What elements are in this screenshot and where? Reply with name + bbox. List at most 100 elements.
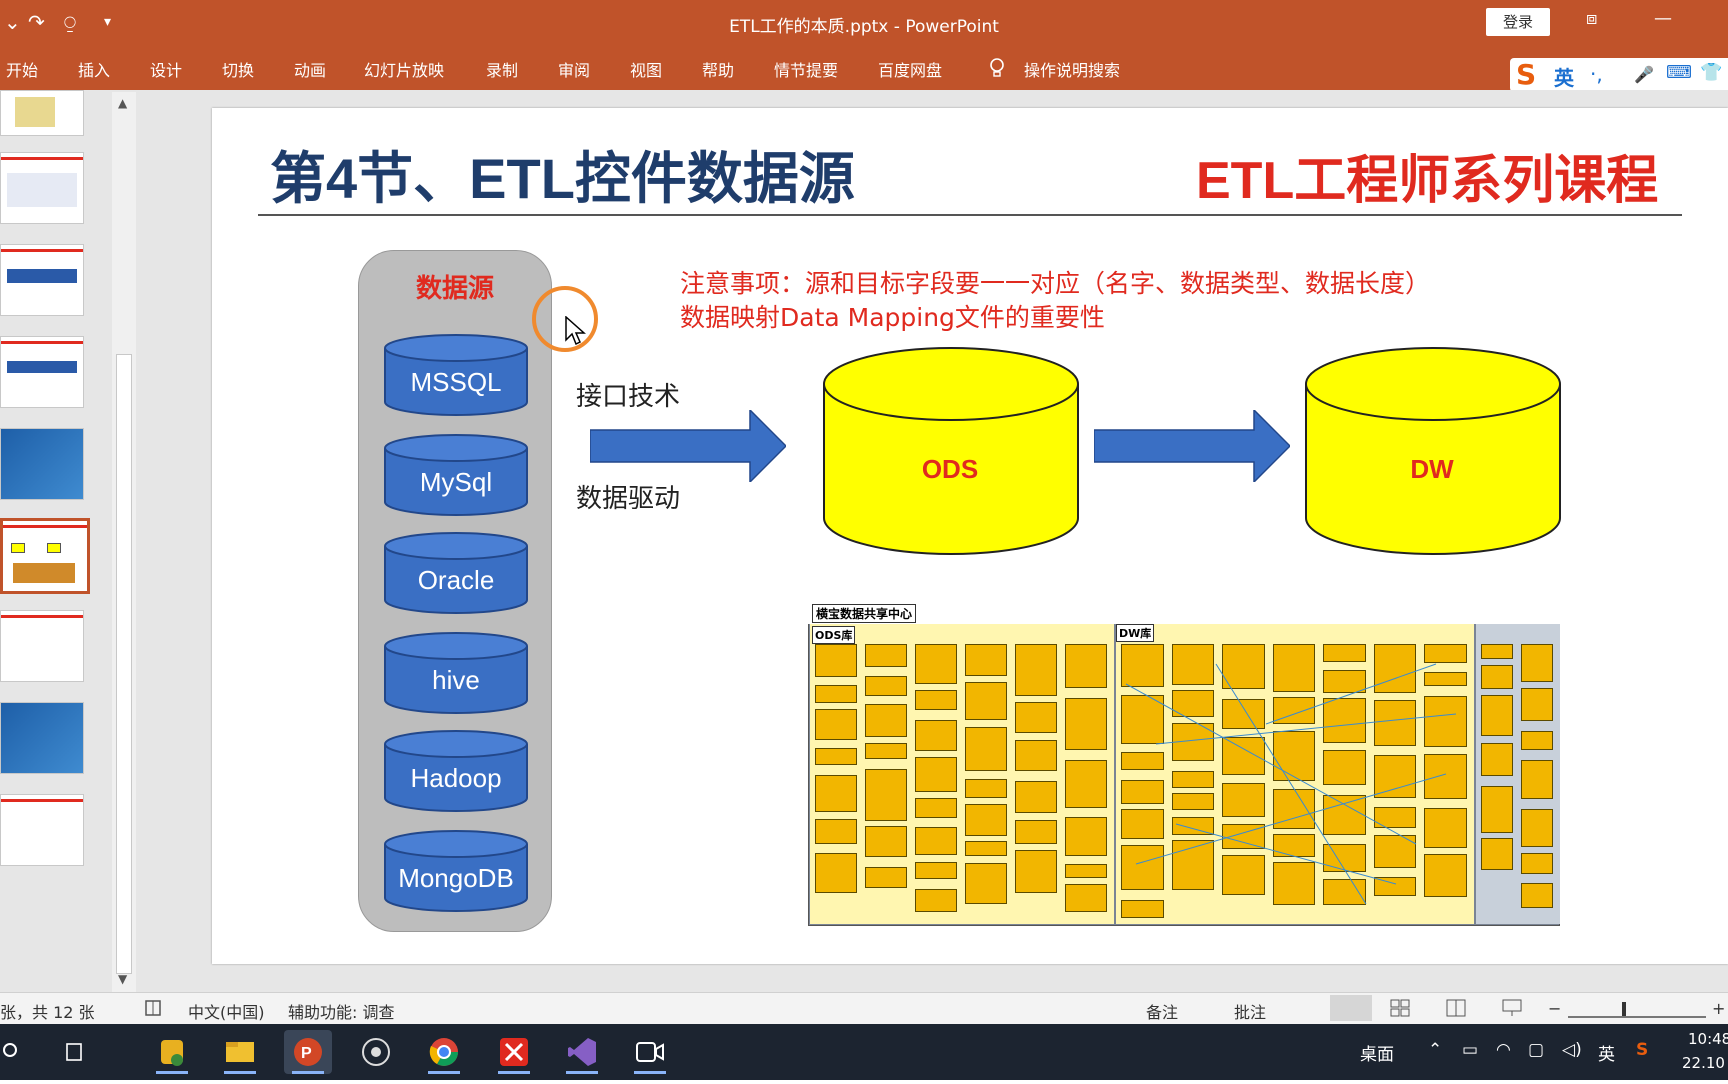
slide-thumbnail[interactable] xyxy=(0,428,84,500)
zoom-in-icon[interactable]: + xyxy=(1712,999,1725,1018)
camera-app-icon[interactable] xyxy=(626,1030,674,1074)
volume-icon[interactable]: ◁) xyxy=(1562,1040,1582,1060)
title-bar: ⌄ ↷ ⍜ ▾ ETL工作的本质.pptx - PowerPoint 登录 ⧈ … xyxy=(0,0,1728,44)
schema-table-box xyxy=(1521,760,1553,799)
tab-slideshow[interactable]: 幻灯片放映 xyxy=(364,57,444,81)
slide-thumbnail[interactable] xyxy=(0,610,84,682)
db-cylinder-mongodb: MongoDB xyxy=(384,830,528,912)
ime-punct-icon[interactable]: ·, xyxy=(1590,62,1603,86)
tell-me-search[interactable]: 操作说明搜索 xyxy=(1024,57,1120,81)
ime-keyboard-icon[interactable]: ⌨ xyxy=(1666,62,1692,83)
task-view-icon[interactable] xyxy=(50,1030,98,1074)
file-explorer-icon[interactable] xyxy=(216,1030,264,1074)
schema-table-box xyxy=(1015,740,1057,771)
schema-table-box xyxy=(1065,698,1107,750)
ribbon-display-icon[interactable]: ⧈ xyxy=(1586,8,1597,29)
sogou-logo-icon[interactable]: S xyxy=(1516,58,1536,91)
slide-sorter-icon[interactable] xyxy=(1390,999,1410,1021)
schema-table-box xyxy=(1521,883,1553,908)
dw-cylinder xyxy=(1304,346,1562,560)
tab-storyboard[interactable]: 情节提要 xyxy=(774,57,838,81)
schema-table-box xyxy=(865,867,907,888)
scroll-up-icon[interactable]: ▲ xyxy=(118,96,127,110)
db-label: hive xyxy=(432,665,480,695)
tab-animations[interactable]: 动画 xyxy=(294,57,326,81)
thumbnail-scrollbar[interactable]: ▲ ▼ xyxy=(112,92,136,992)
slide-thumbnail[interactable] xyxy=(0,244,84,316)
slide-thumbnail[interactable] xyxy=(0,794,84,866)
ods-cylinder xyxy=(822,346,1080,560)
chevron-up-icon[interactable]: ⌃ xyxy=(1428,1040,1442,1060)
clock-time[interactable]: 10:48 xyxy=(1688,1030,1728,1048)
slide-thumbnail[interactable] xyxy=(0,702,84,774)
language-indicator[interactable]: 中文(中国) xyxy=(188,999,265,1023)
notice-line-2: 数据映射Data Mapping文件的重要性 xyxy=(680,303,1105,332)
powerpoint-icon[interactable]: P xyxy=(284,1030,332,1074)
input-language[interactable]: 英 xyxy=(1598,1040,1615,1065)
schema-table-box xyxy=(865,743,907,759)
schema-table-box xyxy=(1521,644,1553,682)
schema-table-box xyxy=(1521,731,1553,750)
xmind-icon[interactable] xyxy=(490,1030,538,1074)
scrollbar-thumb[interactable] xyxy=(116,354,132,974)
slide-thumbnail[interactable] xyxy=(0,90,84,136)
relationship-line xyxy=(1215,663,1367,905)
zoom-slider-thumb[interactable] xyxy=(1622,1002,1626,1016)
tab-baidu-netdisk[interactable]: 百度网盘 xyxy=(878,57,942,81)
accessibility-status[interactable]: 辅助功能: 调查 xyxy=(288,999,394,1023)
slide-thumbnail[interactable] xyxy=(0,152,84,224)
battery-icon[interactable]: ▭ xyxy=(1462,1040,1478,1060)
schema-relationship-lines xyxy=(1125,663,1457,905)
schema-table-box xyxy=(1065,644,1107,688)
desktop-toolbar[interactable]: 桌面 xyxy=(1360,1040,1394,1065)
notes-toggle-icon[interactable] xyxy=(144,999,162,1021)
tab-design[interactable]: 设计 xyxy=(150,57,182,81)
network-app-icon[interactable] xyxy=(352,1030,400,1074)
db-label: Hadoop xyxy=(410,763,502,793)
slide-thumbnail[interactable] xyxy=(0,336,84,408)
tab-help[interactable]: 帮助 xyxy=(702,57,734,81)
schema-table-box xyxy=(865,644,907,667)
schema-table-box xyxy=(915,720,957,751)
tab-transitions[interactable]: 切换 xyxy=(222,57,254,81)
schema-table-box xyxy=(1015,781,1057,813)
dw-label: DW xyxy=(1410,454,1454,484)
db-cylinder-oracle: Oracle xyxy=(384,532,528,614)
schema-table-box xyxy=(915,798,957,818)
slide-thumbnail-selected[interactable] xyxy=(0,518,90,594)
chrome-icon[interactable] xyxy=(420,1030,468,1074)
clock-date[interactable]: 22.10 xyxy=(1682,1054,1725,1072)
sogou-tray-icon[interactable]: S xyxy=(1636,1040,1648,1060)
slideshow-view-icon[interactable] xyxy=(1502,999,1522,1021)
tab-insert[interactable]: 插入 xyxy=(78,57,110,81)
tab-record[interactable]: 录制 xyxy=(486,57,518,81)
ime-skin-icon[interactable]: 👕 xyxy=(1700,62,1722,83)
schema-table-box xyxy=(1521,853,1553,874)
schema-table-box xyxy=(1065,864,1107,878)
notes-button[interactable]: 备注 xyxy=(1146,999,1178,1023)
tab-review[interactable]: 审阅 xyxy=(558,57,590,81)
ime-mic-icon[interactable]: 🎤 xyxy=(1634,65,1654,84)
scroll-down-icon[interactable]: ▼ xyxy=(118,972,127,986)
meet-icon[interactable]: ▢ xyxy=(1528,1040,1544,1060)
db-label: MSSQL xyxy=(410,367,502,397)
reading-view-icon[interactable] xyxy=(1446,999,1466,1021)
wifi-icon[interactable]: ◠ xyxy=(1496,1040,1511,1060)
schema-table-box xyxy=(915,690,957,710)
comments-button[interactable]: 批注 xyxy=(1234,999,1266,1023)
tab-home[interactable]: 开始 xyxy=(6,57,38,81)
normal-view-icon[interactable] xyxy=(1330,995,1372,1021)
zoom-out-icon[interactable]: − xyxy=(1548,999,1561,1018)
search-icon[interactable] xyxy=(0,1030,24,1074)
zoom-slider[interactable] xyxy=(1568,1016,1706,1018)
database-app-icon[interactable] xyxy=(148,1030,196,1074)
schema-table-box xyxy=(965,863,1007,904)
login-button[interactable]: 登录 xyxy=(1486,8,1550,36)
visual-studio-icon[interactable] xyxy=(558,1030,606,1074)
lightbulb-icon[interactable] xyxy=(988,57,1006,83)
schema-table-box xyxy=(1015,850,1057,893)
interface-label: 接口技术 xyxy=(576,382,681,412)
tab-view[interactable]: 视图 xyxy=(630,57,662,81)
minimize-icon[interactable]: — xyxy=(1654,8,1672,29)
ime-lang-toggle[interactable]: 英 xyxy=(1554,62,1574,91)
